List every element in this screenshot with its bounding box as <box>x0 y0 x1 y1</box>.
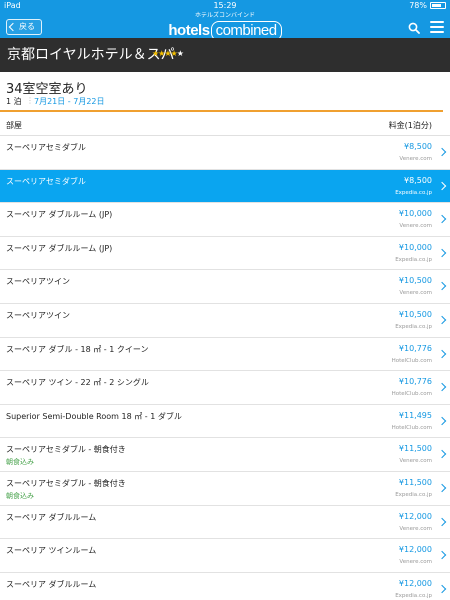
room-row[interactable]: スーペリア ダブルルーム ¥12,000 Expedia.co.jp <box>0 572 450 600</box>
room-name: スーペリアセミダブル <box>6 143 86 152</box>
chevron-right-icon <box>437 248 447 258</box>
room-name: スーペリア ダブルルーム <box>6 512 97 522</box>
room-price: ¥11,495 <box>398 410 432 420</box>
chevron-right-icon <box>437 550 447 560</box>
room-name: スーペリア ダブルルーム (JP) <box>6 210 113 220</box>
chevron-right-icon <box>437 282 447 291</box>
room-price: ¥12,000 <box>398 545 432 555</box>
booking-site: Expedia.co.jp <box>395 592 432 599</box>
chevron-right-icon <box>437 416 447 425</box>
booking-site: Venere.com <box>399 223 432 230</box>
room-name: スーペリア ツインルーム <box>6 546 97 556</box>
room-row[interactable]: Superior Semi-Double Room 18 ㎡ - 1 ダブル ¥1… <box>0 404 450 439</box>
chevron-right-icon <box>437 483 447 493</box>
room-list: スーペリアセミダブル ¥8,500 Venere.com スーペリアセミダブル ¥8,5… <box>0 136 450 600</box>
room-name: スーペリア ダブルルーム (JP) <box>6 243 113 253</box>
booking-site: Expedia.co.jp <box>395 256 432 263</box>
room-price: ¥10,776 <box>398 343 432 353</box>
room-price: ¥12,000 <box>398 578 432 588</box>
room-row[interactable]: スーペリア ツインルーム ¥12,000 Venere.com <box>0 539 450 573</box>
room-name: Superior Semi-Double Room 18 ㎡ - 1 ダブル <box>6 411 182 421</box>
room-row[interactable]: スーペリアツイン ¥10,500 Venere.com <box>0 270 450 304</box>
hotel-star-rating: ★★★★★ <box>152 49 184 58</box>
room-row[interactable]: スーペリア ダブル - 18 ㎡ - 1 クイーン ¥10,776 HotelClu… <box>0 337 450 372</box>
booking-site: Venere.com <box>399 458 432 465</box>
room-name: スーペリアセミダブル - 朝食付き <box>6 478 126 488</box>
room-row[interactable]: スーペリアセミダブル ¥8,500 Expedia.co.jp <box>0 169 450 204</box>
hotel-name: 京都ロイヤルホテル＆スパ <box>7 47 175 63</box>
room-name: スーペリアツイン <box>6 277 70 287</box>
room-row[interactable]: スーペリアセミダブル ¥8,500 Venere.com <box>0 136 450 170</box>
room-price: ¥8,500 <box>404 175 432 185</box>
room-name: スーペリア ダブルルーム <box>6 579 97 589</box>
room-row[interactable]: スーペリアセミダブル - 朝食付き 朝食込み ¥11,500 Venere.com <box>0 438 450 472</box>
room-name: スーペリアツイン <box>6 310 70 320</box>
booking-site: HotelClub.com <box>391 391 432 398</box>
star-empty-icon: ★ <box>176 49 184 58</box>
room-row[interactable]: スーペリア ダブルルーム (JP) ¥10,000 Expedia.co.jp <box>0 236 450 271</box>
booking-site: Expedia.co.jp <box>395 491 432 498</box>
booking-site: Venere.com <box>399 525 432 532</box>
room-row[interactable]: スーペリアツイン ¥10,500 Expedia.co.jp <box>0 303 450 338</box>
table-header: 部屋 料金(1泊分) <box>0 112 450 136</box>
chevron-right-icon <box>437 181 447 190</box>
room-price: ¥10,776 <box>398 377 432 387</box>
availability-count: 34室空室あり <box>6 82 88 97</box>
meal-label: 朝食込み <box>6 491 34 500</box>
booking-site: Expedia.co.jp <box>395 323 432 330</box>
room-row[interactable]: スーペリア ダブルルーム ¥12,000 Venere.com <box>0 505 450 540</box>
meal-label: 朝食込み <box>6 458 34 467</box>
room-price: ¥10,500 <box>398 276 432 286</box>
room-price: ¥12,000 <box>398 511 432 521</box>
room-price: ¥10,000 <box>398 209 432 219</box>
column-price: 料金(1泊分) <box>388 121 432 130</box>
battery-fill <box>432 4 442 7</box>
room-name: スーペリアセミダブル - 朝食付き <box>6 445 126 455</box>
room-name: スーペリア ダブル - 18 ㎡ - 1 クイーン <box>6 344 149 354</box>
search-icon[interactable] <box>408 22 420 34</box>
booking-site: Venere.com <box>399 290 432 297</box>
status-time: 15:29 <box>213 1 237 10</box>
battery-icon <box>430 2 446 9</box>
room-row[interactable]: スーペリアセミダブル - 朝食付き 朝食込み ¥11,500 Expedia.co.j… <box>0 471 450 506</box>
booking-site: Venere.com <box>399 559 432 566</box>
chevron-right-icon <box>437 382 447 392</box>
separator: ⋮ <box>26 96 34 105</box>
column-room: 部屋 <box>6 121 22 130</box>
booking-site: Expedia.co.jp <box>395 189 432 196</box>
room-price: ¥8,500 <box>404 142 432 151</box>
chevron-right-icon <box>437 147 447 157</box>
logo-brand-a: hotels <box>168 22 210 39</box>
date-range[interactable]: 7月21日 - 7月22日 <box>34 96 105 107</box>
logo-tagline: ホテルズコンバインド <box>194 12 255 19</box>
room-row[interactable]: スーペリア ツイン - 22 ㎡ - 2 シングル ¥10,776 HotelClu… <box>0 371 450 405</box>
hotel-title-bar: 京都ロイヤルホテル＆スパ ★★★★★ <box>0 38 450 72</box>
room-price: ¥10,000 <box>398 242 432 252</box>
room-price: ¥11,500 <box>398 444 432 454</box>
availability-summary: 34室空室あり 1 泊 ⋮ 7月21日 - 7月22日 <box>0 72 450 112</box>
chevron-right-icon <box>437 450 447 459</box>
room-name: スーペリア ツイン - 22 ㎡ - 2 シングル <box>6 378 149 388</box>
battery-percent: 78% <box>409 1 427 10</box>
room-name: スーペリアセミダブル <box>6 176 86 186</box>
status-bar: iPad 15:29 78% <box>0 0 450 12</box>
room-price: ¥10,500 <box>398 309 432 319</box>
booking-site: HotelClub.com <box>391 424 432 431</box>
chevron-right-icon <box>437 584 447 593</box>
chevron-right-icon <box>437 214 447 224</box>
app-logo[interactable]: ホテルズコンバインド hotels combined <box>0 12 450 41</box>
booking-site: HotelClub.com <box>391 357 432 364</box>
nights-label: 1 泊 <box>6 97 22 106</box>
chevron-right-icon <box>437 349 447 358</box>
booking-site: Venere.com <box>399 156 432 162</box>
menu-icon[interactable] <box>430 21 444 33</box>
battery-indicator: 78% <box>409 1 446 10</box>
room-row[interactable]: スーペリア ダブルルーム (JP) ¥10,000 Venere.com <box>0 203 450 237</box>
chevron-right-icon <box>437 315 447 325</box>
chevron-right-icon <box>437 517 447 526</box>
room-price: ¥11,500 <box>398 477 432 487</box>
